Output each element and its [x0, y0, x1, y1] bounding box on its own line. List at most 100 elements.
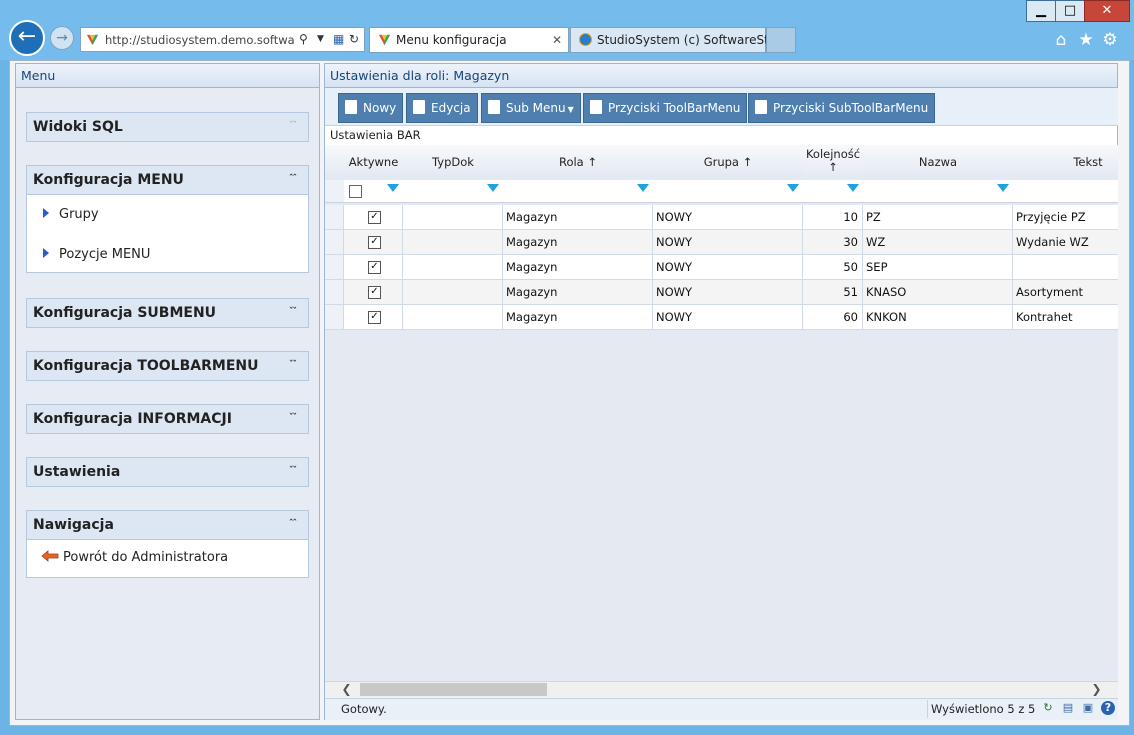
nowy-button[interactable]: Nowy: [338, 93, 404, 123]
row-indicator[interactable]: [325, 305, 344, 330]
cell-nazwa: SEP: [863, 255, 1013, 280]
column-header-aktywne[interactable]: Aktywne: [344, 145, 404, 181]
filter-rola[interactable]: [503, 180, 654, 203]
cell-aktywne: ✓: [344, 205, 403, 230]
chevron-up-icon[interactable]: ˆˆ: [289, 519, 297, 529]
menu-group-konfiguracja-toolbarmenu[interactable]: Konfiguracja TOOLBARMENU ˇˇ: [26, 351, 309, 381]
table-row[interactable]: ✓ Magazyn NOWY 51 KNASO Asortyment: [325, 280, 1118, 305]
maximize-button[interactable]: □: [1055, 0, 1085, 22]
active-checkbox[interactable]: ✓: [368, 261, 381, 274]
scroll-left-icon[interactable]: ❮: [338, 681, 355, 698]
cell-typdok: [403, 305, 503, 330]
forward-arrow-icon[interactable]: →: [50, 26, 74, 50]
chevron-down-icon[interactable]: ˇˇ: [289, 121, 297, 131]
table-row[interactable]: ✓ Magazyn NOWY 50 SEP: [325, 255, 1118, 280]
menu-item-powrot-do-administratora[interactable]: Powrót do Administratora: [41, 550, 228, 565]
cell-rola: Magazyn: [503, 205, 653, 230]
chevron-down-icon[interactable]: ˇˇ: [289, 307, 297, 317]
site-favicon-icon: [378, 34, 391, 46]
menu-item-pozycje-menu[interactable]: Pozycje MENU: [43, 247, 150, 262]
minimize-button[interactable]: ▁: [1026, 0, 1056, 22]
button-label: Przyciski ToolBarMenu: [608, 101, 741, 115]
filter-aktywne[interactable]: [344, 180, 404, 203]
row-indicator[interactable]: [325, 280, 344, 305]
scrollbar-thumb[interactable]: [360, 683, 547, 696]
table-row[interactable]: ✓ Magazyn NOWY 30 WZ Wydanie WZ: [325, 230, 1118, 255]
help-icon[interactable]: ?: [1101, 701, 1115, 715]
print-icon[interactable]: ▣: [1081, 701, 1095, 715]
filter-icon[interactable]: [787, 184, 799, 192]
close-tab-icon[interactable]: ✕: [552, 28, 562, 52]
compatibility-view-icon[interactable]: ▦: [333, 32, 344, 46]
menu-group-konfiguracja-informacji[interactable]: Konfiguracja INFORMACJI ˇˇ: [26, 404, 309, 434]
gear-icon[interactable]: ⚙: [1099, 29, 1121, 51]
menu-group-title: Nawigacja: [33, 517, 114, 533]
chevron-down-icon[interactable]: ˇˇ: [289, 413, 297, 423]
menu-group-title: Konfiguracja TOOLBARMENU: [33, 358, 259, 374]
table-row[interactable]: ✓ Magazyn NOWY 10 PZ Przyjęcie PZ: [325, 205, 1118, 230]
filter-icon[interactable]: [997, 184, 1009, 192]
column-header-typdok[interactable]: TypDok: [403, 145, 504, 181]
filter-icon[interactable]: [487, 184, 499, 192]
filter-icon[interactable]: [387, 184, 399, 192]
new-tab-button[interactable]: [766, 27, 796, 53]
sort-arrow-icon: ↑: [742, 155, 753, 169]
home-icon[interactable]: ⌂: [1050, 29, 1072, 51]
export-icon[interactable]: ▤: [1061, 701, 1075, 715]
active-checkbox[interactable]: ✓: [368, 311, 381, 324]
przyciski-subtoolbarmenu-button[interactable]: Przyciski SubToolBarMenu: [748, 93, 936, 123]
menu-group-title: Widoki SQL: [33, 119, 123, 135]
cell-tekst: Przyjęcie PZ: [1013, 205, 1118, 230]
chevron-up-icon[interactable]: ˆˆ: [289, 174, 297, 184]
chevron-down-icon[interactable]: ˇˇ: [289, 360, 297, 370]
menu-group-ustawienia[interactable]: Ustawienia ˇˇ: [26, 457, 309, 487]
row-indicator[interactable]: [325, 230, 344, 255]
refresh-icon[interactable]: ↻: [1041, 701, 1055, 715]
address-bar[interactable]: http://studiosystem.demo.softwar... ⚲ ▼ …: [80, 27, 365, 52]
tab-studiosystem[interactable]: StudioSystem (c) SoftwareStud...: [570, 27, 795, 53]
cell-rola: Magazyn: [503, 255, 653, 280]
row-indicator[interactable]: [325, 205, 344, 230]
column-header-rola[interactable]: Rola ↑: [503, 145, 654, 181]
active-checkbox[interactable]: ✓: [368, 211, 381, 224]
filter-kolejnosc[interactable]: [803, 180, 864, 203]
settings-grid: Aktywne TypDok Rola ↑ Grupa ↑ Kolejność ↑…: [325, 145, 1118, 681]
column-header-kolejnosc[interactable]: Kolejność ↑: [803, 145, 864, 184]
active-checkbox[interactable]: ✓: [368, 286, 381, 299]
filter-grupa[interactable]: [653, 180, 804, 203]
chevron-down-icon[interactable]: ˇˇ: [289, 466, 297, 476]
refresh-icon[interactable]: ↻: [349, 32, 359, 46]
menu-group-items: Grupy Pozycje MENU: [26, 195, 309, 273]
menu-item-grupy[interactable]: Grupy: [43, 207, 99, 222]
sub-menu-button[interactable]: Sub Menu ▼: [481, 93, 581, 123]
menu-group-konfiguracja-menu[interactable]: Konfiguracja MENU ˆˆ: [26, 165, 309, 195]
filter-tekst[interactable]: [1013, 180, 1118, 203]
column-label: Aktywne: [348, 155, 399, 169]
column-header-tekst[interactable]: Tekst: [1013, 145, 1118, 181]
menu-group-nawigacja[interactable]: Nawigacja ˆˆ: [26, 510, 309, 540]
back-arrow-icon[interactable]: ←: [9, 20, 45, 56]
row-indicator[interactable]: [325, 255, 344, 280]
column-header-nazwa[interactable]: Nazwa: [863, 145, 1014, 181]
cell-nazwa: KNKON: [863, 305, 1013, 330]
filter-nazwa[interactable]: [863, 180, 1014, 203]
table-row[interactable]: ✓ Magazyn NOWY 60 KNKON Kontrahet: [325, 305, 1118, 330]
active-checkbox[interactable]: ✓: [368, 236, 381, 249]
scroll-right-icon[interactable]: ❯: [1088, 681, 1105, 698]
filter-checkbox[interactable]: [349, 185, 362, 198]
tab-menu-konfiguracja[interactable]: Menu konfiguracja ✕: [369, 27, 569, 53]
przyciski-toolbarmenu-button[interactable]: Przyciski ToolBarMenu: [583, 93, 748, 123]
menu-group-konfiguracja-submenu[interactable]: Konfiguracja SUBMENU ˇˇ: [26, 298, 309, 328]
search-icon[interactable]: ⚲: [299, 32, 308, 46]
menu-group-widoki-sql[interactable]: Widoki SQL ˇˇ: [26, 112, 309, 142]
dropdown-icon[interactable]: ▼: [317, 34, 324, 44]
filter-icon[interactable]: [847, 184, 859, 192]
tab-label: Menu konfiguracja: [396, 33, 507, 47]
star-icon[interactable]: ★: [1075, 29, 1097, 51]
close-window-button[interactable]: ✕: [1084, 0, 1130, 22]
filter-icon[interactable]: [637, 184, 649, 192]
edycja-button[interactable]: Edycja: [406, 93, 478, 123]
filter-typdok[interactable]: [403, 180, 504, 203]
list-icon: [488, 100, 500, 114]
column-header-grupa[interactable]: Grupa ↑: [653, 145, 804, 181]
